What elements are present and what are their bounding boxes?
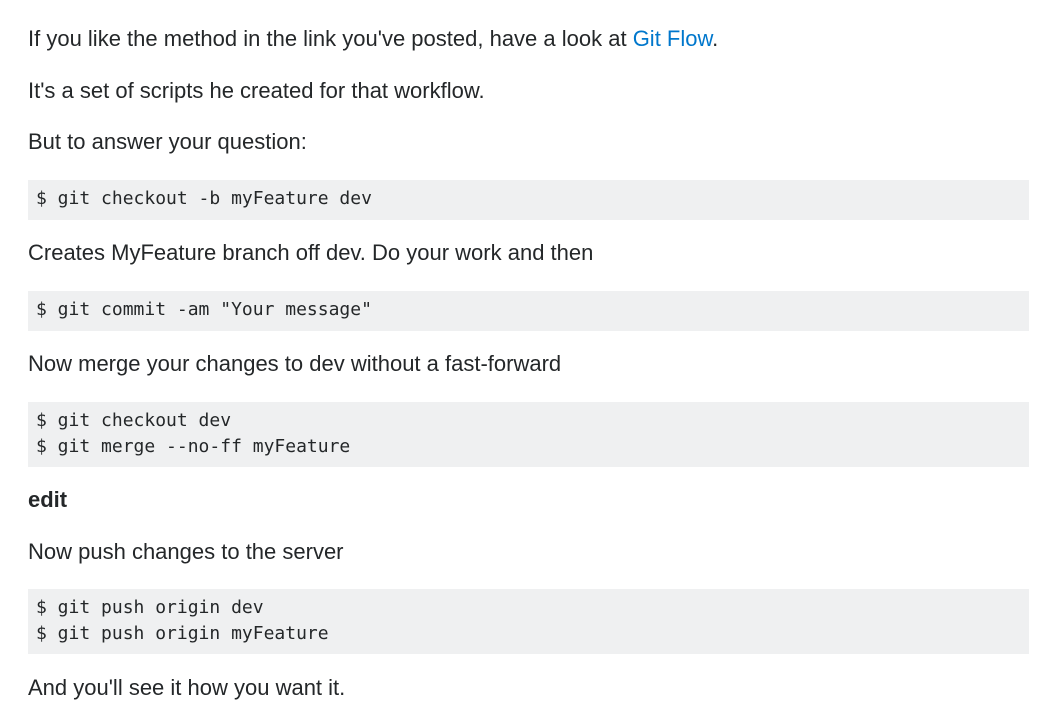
edit-label: edit: [28, 487, 68, 512]
edit-heading: edit: [28, 485, 67, 515]
paragraph-git-flow-period: .: [712, 26, 719, 51]
paragraph-merge: Now merge your changes to dev without a …: [28, 351, 562, 376]
paragraph-git-flow-text: If you like the method in the link you'v…: [28, 26, 633, 51]
git-flow-link[interactable]: Git Flow: [633, 26, 712, 51]
code-block-checkout[interactable]: $ git checkout -b myFeature dev: [28, 180, 1029, 220]
paragraph-push: Now push changes to the server: [28, 539, 344, 564]
paragraph-scripts: It's a set of scripts he created for tha…: [28, 78, 485, 103]
code-block-push[interactable]: $ git push origin dev $ git push origin …: [28, 589, 1029, 654]
paragraph-conclusion: And you'll see it how you want it.: [28, 675, 346, 700]
paragraph-answer-intro: But to answer your question:: [28, 129, 307, 154]
code-block-merge[interactable]: $ git checkout dev $ git merge --no-ff m…: [28, 402, 1029, 467]
paragraph-git-flow: If you like the method in the link you'v…: [28, 24, 718, 54]
code-block-commit[interactable]: $ git commit -am "Your message": [28, 291, 1029, 331]
paragraph-creates-branch: Creates MyFeature branch off dev. Do you…: [28, 240, 594, 265]
